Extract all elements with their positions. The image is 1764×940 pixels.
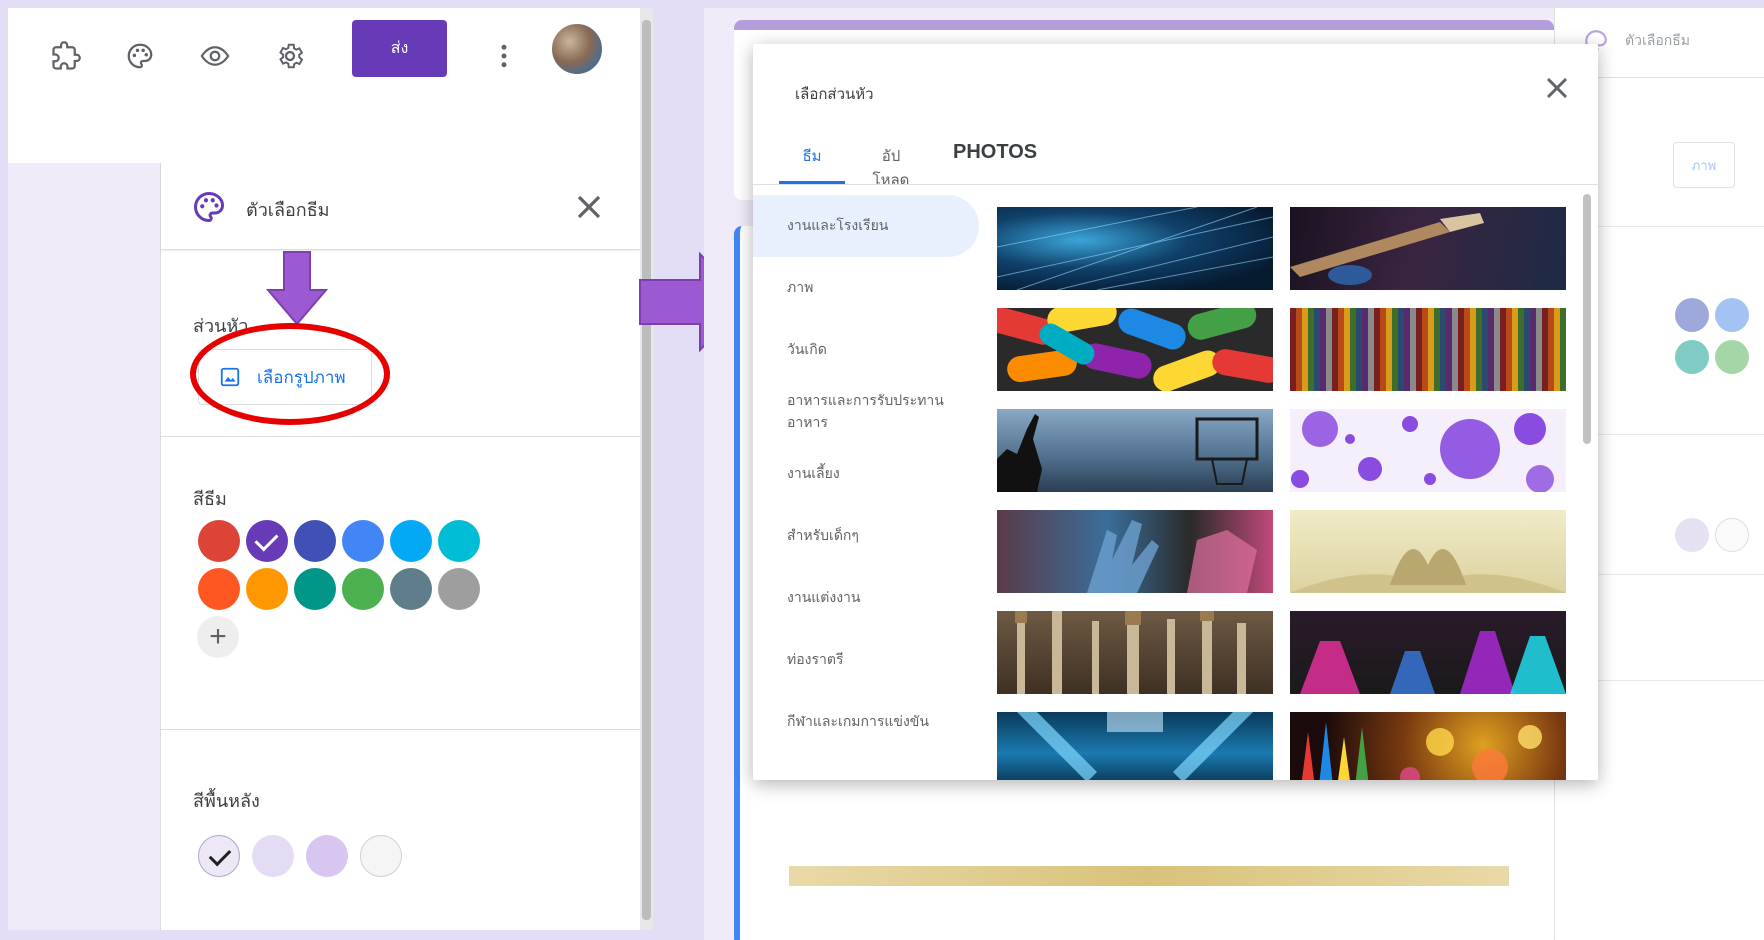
theme-color-section: สีธีม + xyxy=(161,438,641,730)
background-swatch[interactable] xyxy=(306,835,348,877)
highlight-ellipse-annotation xyxy=(190,323,390,425)
close-icon[interactable] xyxy=(569,187,609,227)
theme-color-swatch[interactable] xyxy=(342,520,384,562)
thumbnail-paint-brushes[interactable] xyxy=(997,611,1273,694)
gear-icon[interactable] xyxy=(268,34,312,78)
theme-color-swatch[interactable] xyxy=(294,520,336,562)
thumbnail-basketball-hoop[interactable] xyxy=(997,409,1273,492)
left-screenshot: ส่ง ตัวเลือกธีม ส่วนหัว เลือกรูปภาพ สีธี… xyxy=(8,8,653,930)
thumbnail-painted-hands[interactable] xyxy=(997,510,1273,593)
form-image-strip xyxy=(789,866,1509,886)
thumbnail-colorful-pills[interactable] xyxy=(997,308,1273,391)
palette-icon[interactable] xyxy=(118,34,162,78)
background-color-label: สีพื้นหลัง xyxy=(193,791,260,811)
theme-color-swatch[interactable] xyxy=(390,520,432,562)
panel-header: ตัวเลือกธีม xyxy=(161,163,640,250)
theme-color-swatch[interactable] xyxy=(438,520,480,562)
theme-color-swatch[interactable] xyxy=(294,568,336,610)
send-button[interactable]: ส่ง xyxy=(352,20,447,77)
theme-color-swatch[interactable] xyxy=(198,568,240,610)
background-panel-title: ตัวเลือกธีม xyxy=(1625,32,1690,48)
theme-color-swatch-selected[interactable] xyxy=(246,520,288,562)
thumbnail-open-book-heart[interactable] xyxy=(1290,510,1566,593)
theme-color-swatch[interactable] xyxy=(246,568,288,610)
thumbnail-guitar-player[interactable] xyxy=(1290,207,1566,290)
thumbnail-chemistry-flasks[interactable] xyxy=(1290,611,1566,694)
theme-color-swatch[interactable] xyxy=(390,568,432,610)
theme-color-label: สีธีม xyxy=(193,489,227,509)
thumbnail-microscope[interactable] xyxy=(997,712,1273,780)
background-choose-image-button: ภาพ xyxy=(1673,142,1735,188)
panel-title: ตัวเลือกธีม xyxy=(246,200,330,220)
eye-icon[interactable] xyxy=(193,34,237,78)
down-arrow-annotation xyxy=(265,251,329,326)
dialog-scrollbar[interactable] xyxy=(1582,184,1592,780)
background-color-section: สีพื้นหลัง xyxy=(161,731,641,930)
more-vert-icon[interactable] xyxy=(482,34,526,78)
theme-color-swatch[interactable] xyxy=(198,520,240,562)
palette-icon xyxy=(194,191,225,223)
right-screenshot: ตัวเลือกธีม ภาพ เลือกส่วนหัว ธีม อัปโหลด… xyxy=(704,8,1764,940)
background-swatch-selected[interactable] xyxy=(198,835,240,877)
theme-color-swatch[interactable] xyxy=(342,568,384,610)
thumbnail-colored-pencils-bokeh[interactable] xyxy=(1290,712,1566,780)
forms-top-bar: ส่ง xyxy=(8,8,653,163)
theme-options-panel: ตัวเลือกธีม ส่วนหัว เลือกรูปภาพ สีธีม + … xyxy=(160,163,641,930)
thumbnail-fiber-optic-lights[interactable] xyxy=(997,207,1273,290)
background-swatch[interactable] xyxy=(252,835,294,877)
puzzle-icon[interactable] xyxy=(44,34,88,78)
theme-color-swatch[interactable] xyxy=(438,568,480,610)
scrollbar[interactable] xyxy=(640,8,653,930)
background-swatch[interactable] xyxy=(360,835,402,877)
thumbnail-purple-bubbles[interactable] xyxy=(1290,409,1566,492)
thumbnail-colored-threads[interactable] xyxy=(1290,308,1566,391)
choose-header-dialog: เลือกส่วนหัว ธีม อัปโหลด PHOTOS งานและโร… xyxy=(753,44,1598,780)
add-color-button[interactable]: + xyxy=(197,616,239,658)
avatar[interactable] xyxy=(550,22,604,76)
header-image-grid xyxy=(753,44,1598,780)
